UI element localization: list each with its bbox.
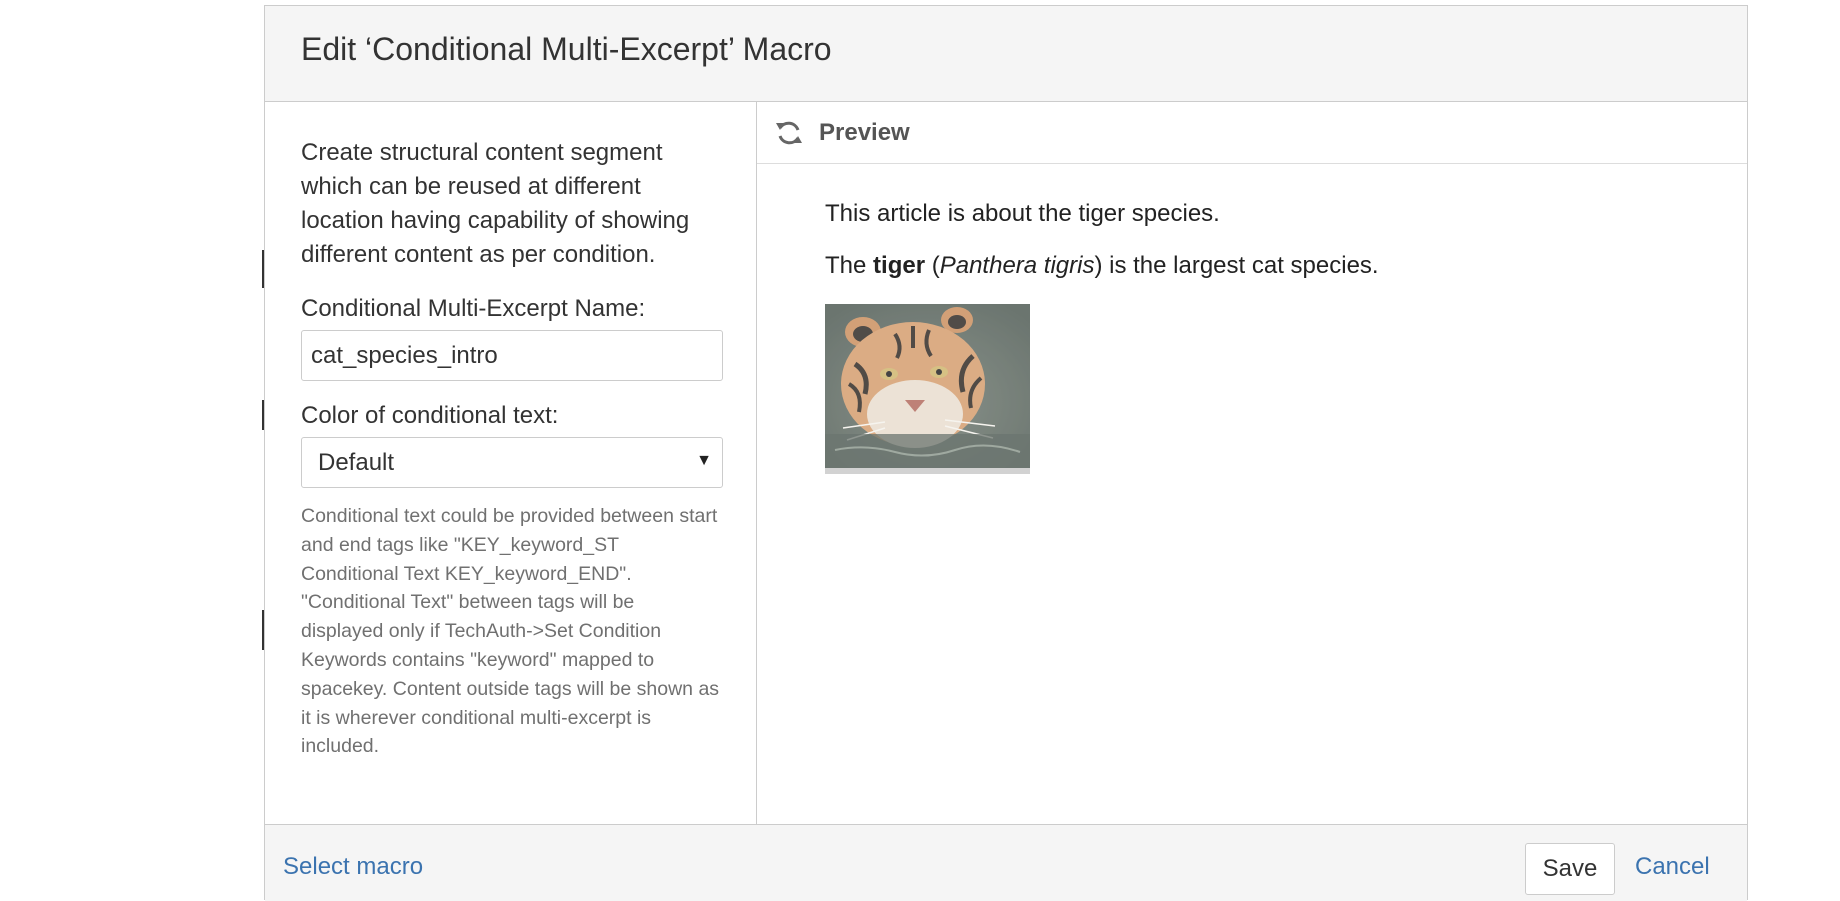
macro-description: Create structural content segment which … bbox=[301, 139, 690, 268]
dialog-body: Create structural content segment which … bbox=[265, 102, 1747, 824]
color-select[interactable]: Default ▼ bbox=[301, 437, 723, 488]
conditional-text-help: Conditional text could be provided betwe… bbox=[301, 505, 720, 758]
dialog-header: Edit ‘Conditional Multi-Excerpt’ Macro bbox=[265, 6, 1747, 102]
preview-label: Preview bbox=[819, 118, 910, 146]
color-select-value: Default bbox=[318, 448, 395, 476]
preview-line-1: This article is about the tiger species. bbox=[825, 200, 1220, 227]
cancel-link[interactable]: Cancel bbox=[1635, 853, 1710, 881]
preview-italic-name: Panthera tigris bbox=[939, 252, 1095, 279]
macro-parameters-panel: Create structural content segment which … bbox=[265, 102, 757, 824]
select-macro-link[interactable]: Select macro bbox=[283, 853, 423, 881]
tiger-image bbox=[825, 304, 1030, 474]
preview-content: This article is about the tiger species.… bbox=[757, 164, 1747, 474]
preview-line-2-open: ( bbox=[925, 252, 940, 279]
preview-bold-word: tiger bbox=[873, 252, 926, 279]
color-field-label: Color of conditional text: bbox=[301, 402, 559, 429]
macro-edit-dialog: Edit ‘Conditional Multi-Excerpt’ Macro C… bbox=[264, 5, 1748, 901]
preview-line-2: The tiger (Panthera tigris) is the large… bbox=[825, 252, 1747, 280]
name-field-label: Conditional Multi-Excerpt Name: bbox=[301, 295, 646, 322]
dialog-title: Edit ‘Conditional Multi-Excerpt’ Macro bbox=[301, 31, 832, 67]
preview-header: Preview bbox=[757, 102, 1747, 164]
preview-line-2-prefix: The bbox=[825, 252, 874, 279]
refresh-icon[interactable] bbox=[775, 119, 803, 147]
save-button[interactable]: Save bbox=[1525, 843, 1615, 895]
dialog-footer: Select macro Save Cancel bbox=[265, 824, 1747, 901]
excerpt-name-input[interactable] bbox=[301, 330, 723, 381]
dropdown-arrow-icon: ▼ bbox=[696, 452, 712, 469]
preview-panel: Preview This article is about the tiger … bbox=[757, 102, 1747, 824]
preview-line-2-suffix: ) is the largest cat species. bbox=[1094, 252, 1379, 279]
